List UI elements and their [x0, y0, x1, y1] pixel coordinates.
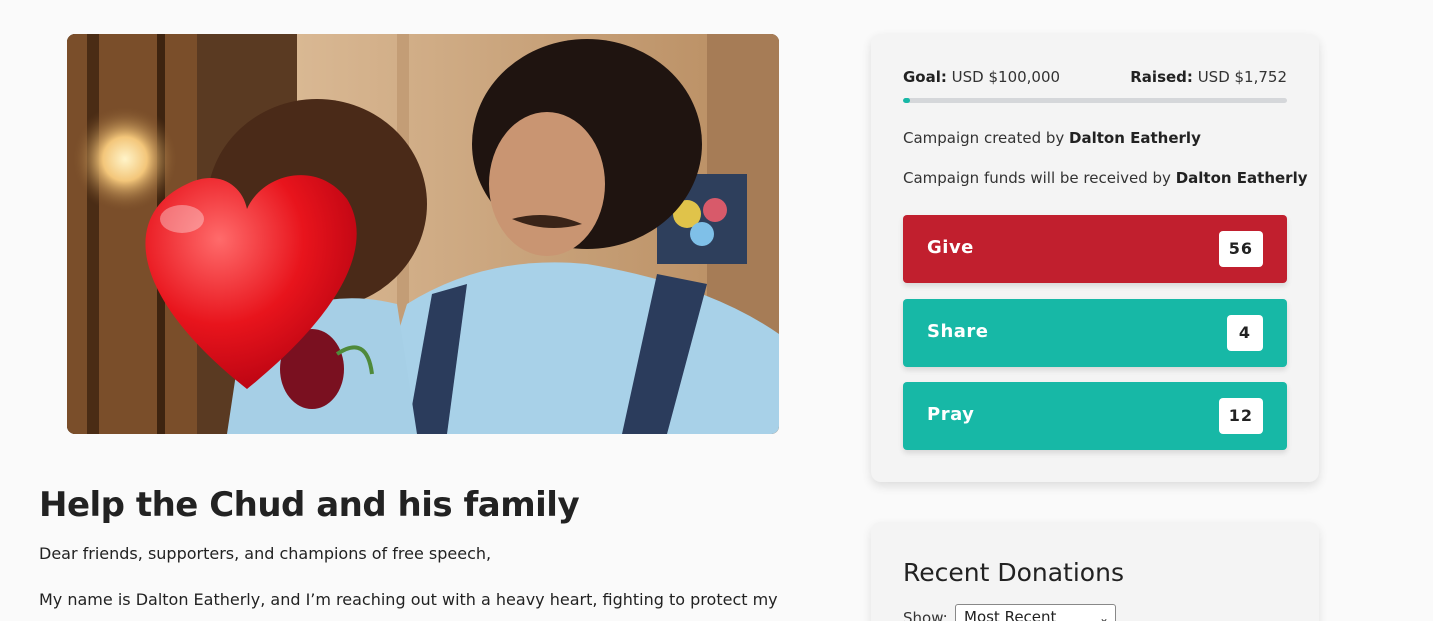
recent-donations-card: Recent Donations Show: Most Recent ⌄: [871, 522, 1319, 621]
campaign-paragraph: Dear friends, supporters, and champions …: [39, 544, 492, 563]
goal-label: Goal:: [903, 68, 947, 86]
campaign-page: Help the Chud and his family Dear friend…: [0, 0, 1433, 621]
campaign-photo: [67, 34, 779, 434]
donation-sort-value: Most Recent: [964, 608, 1057, 621]
goal-amount: Goal: USD $100,000: [903, 68, 1060, 86]
goal-raised-row: Goal: USD $100,000 Raised: USD $1,752: [903, 68, 1287, 88]
funding-progress-fill: [903, 98, 910, 103]
received-by-text: Campaign funds will be received by Dalto…: [903, 169, 1308, 187]
funding-progress-bar: [903, 98, 1287, 103]
raised-value: USD $1,752: [1197, 68, 1287, 86]
give-label: Give: [927, 237, 974, 258]
goal-value: USD $100,000: [951, 68, 1061, 86]
received-by-prefix: Campaign funds will be received by: [903, 169, 1171, 187]
pray-count-badge: 12: [1218, 398, 1263, 434]
created-by-name: Dalton Eatherly: [1069, 129, 1201, 147]
chevron-down-icon: ⌄: [1098, 611, 1109, 621]
campaign-title: Help the Chud and his family: [39, 485, 580, 525]
photo-illustration: [67, 34, 779, 434]
show-label: Show:: [903, 609, 948, 621]
raised-amount: Raised: USD $1,752: [1130, 68, 1287, 86]
campaign-stats-card: Goal: USD $100,000 Raised: USD $1,752 Ca…: [871, 34, 1319, 482]
give-button[interactable]: Give 56: [903, 215, 1287, 283]
pray-button[interactable]: Pray 12: [903, 382, 1287, 450]
created-by-text: Campaign created by Dalton Eatherly: [903, 129, 1201, 147]
share-count-badge: 4: [1227, 315, 1263, 351]
donation-sort-select[interactable]: Most Recent ⌄: [955, 604, 1116, 621]
raised-label: Raised:: [1130, 68, 1193, 86]
recent-donations-heading: Recent Donations: [903, 558, 1124, 587]
give-count-badge: 56: [1218, 231, 1263, 267]
campaign-paragraph: My name is Dalton Eatherly, and I’m reac…: [39, 590, 778, 609]
share-button[interactable]: Share 4: [903, 299, 1287, 367]
share-label: Share: [927, 321, 989, 342]
pray-label: Pray: [927, 404, 975, 425]
created-by-prefix: Campaign created by: [903, 129, 1065, 147]
received-by-name: Dalton Eatherly: [1175, 169, 1308, 187]
